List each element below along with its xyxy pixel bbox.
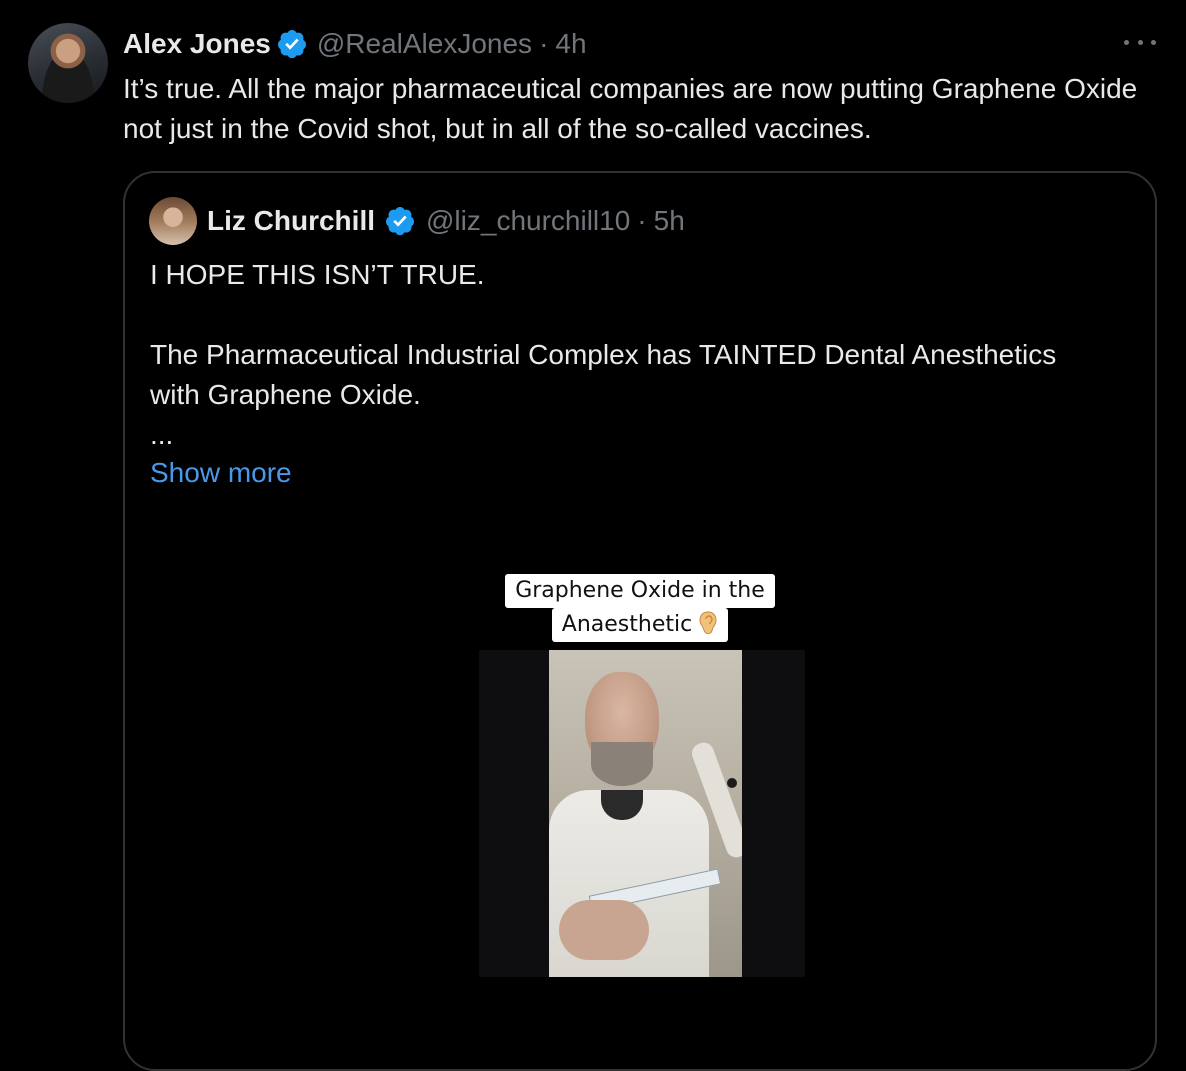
tweet-header: Alex Jones @RealAlexJones · 4h [123, 26, 587, 62]
quoted-tweet-timestamp: 5h [653, 205, 685, 236]
quoted-tweet-header: Liz Churchill @liz_churchill10 · 5h [207, 203, 685, 239]
author-avatar[interactable] [28, 23, 108, 103]
author-name[interactable]: Alex Jones [123, 28, 271, 60]
author-handle[interactable]: @RealAlexJones [317, 28, 532, 60]
video-player[interactable] [479, 650, 805, 977]
quoted-author-name: Liz Churchill [207, 205, 375, 236]
show-more-link[interactable]: Show more [150, 453, 292, 493]
quoted-author-handle: @liz_churchill10 [426, 205, 631, 236]
verified-badge-icon [386, 207, 415, 236]
verified-badge-icon [277, 30, 306, 59]
video-caption: Graphene Oxide in the Anaesthetic [125, 574, 1155, 642]
tweet-timestamp[interactable]: 4h [555, 28, 586, 60]
quoted-author-avatar[interactable] [149, 197, 197, 245]
quoted-text-line: I HOPE THIS ISN’T TRUE. [150, 259, 485, 290]
video-thumbnail [549, 650, 742, 977]
quoted-text-line: The Pharmaceutical Industrial Complex ha… [150, 339, 1057, 410]
more-options-icon[interactable] [1124, 30, 1156, 54]
quoted-text-ellipsis: ... [150, 419, 174, 450]
separator-dot: · [637, 205, 647, 236]
caption-line-2: Anaesthetic [551, 608, 729, 642]
quoted-tweet[interactable]: Liz Churchill @liz_churchill10 · 5h I HO… [123, 171, 1157, 1071]
caption-text: Anaesthetic [561, 612, 693, 637]
ear-icon [699, 611, 717, 635]
quoted-tweet-text: I HOPE THIS ISN’T TRUE. The Pharmaceutic… [150, 255, 1110, 455]
tweet[interactable]: Alex Jones @RealAlexJones · 4h It’s true… [0, 0, 1186, 1071]
separator-dot: · [539, 28, 549, 59]
caption-line-1: Graphene Oxide in the [505, 574, 775, 608]
tweet-text: It’s true. All the major pharmaceutical … [123, 73, 1138, 144]
